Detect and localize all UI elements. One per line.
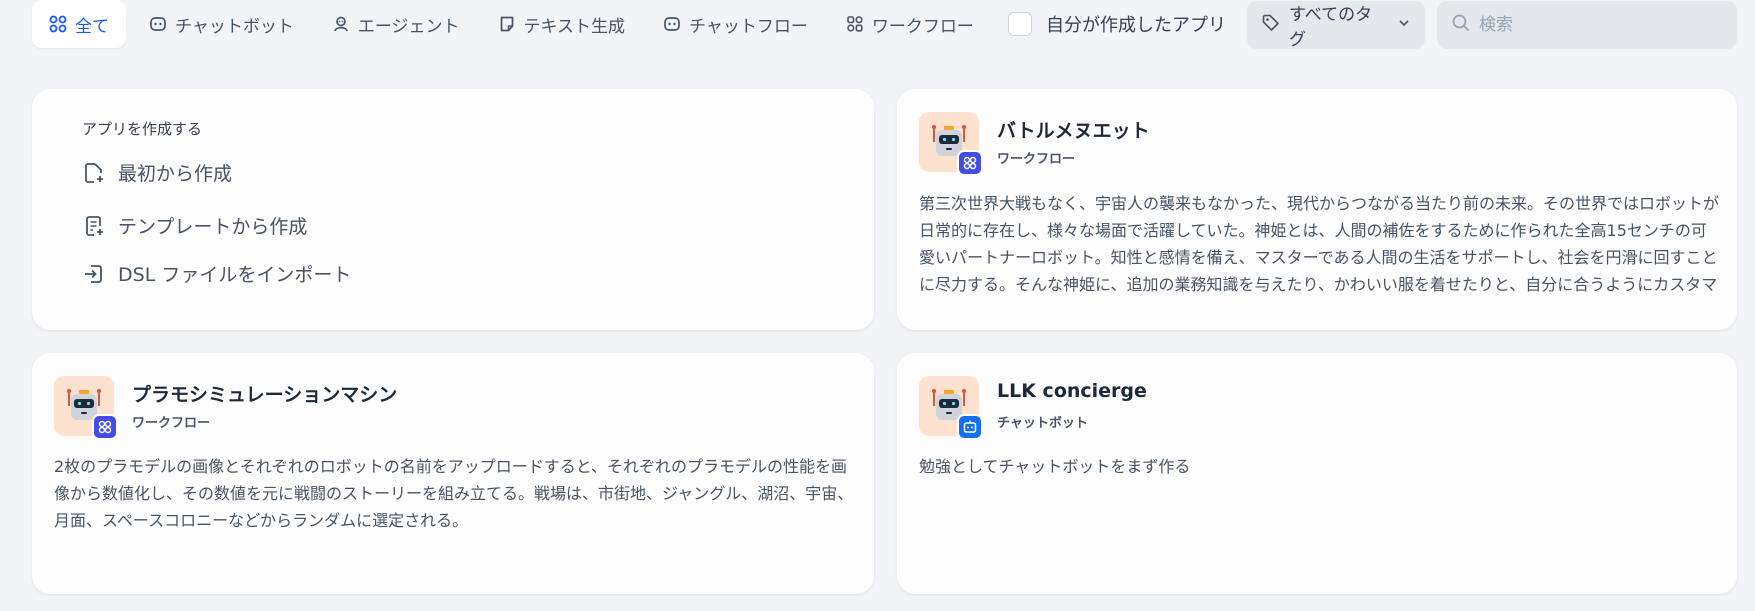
app-card[interactable]: バトルメヌエット ワークフロー 第三次世界大戦もなく、宇宙人の襲来もなかった、現…	[897, 89, 1737, 330]
workflow-badge-icon	[957, 150, 983, 176]
import-icon	[82, 262, 106, 286]
tab-label: チャットボット	[175, 16, 294, 37]
tab-agent[interactable]: エージェント	[317, 0, 475, 48]
create-blank-button[interactable]: 最初から作成	[82, 159, 232, 186]
import-dsl-button[interactable]: DSL ファイルをインポート	[82, 260, 351, 287]
create-item-label: DSL ファイルをインポート	[118, 264, 352, 286]
app-type-tabs: 全て チャットボット エージェント テキスト生成 チャットフロー ワークフロー	[32, 0, 997, 48]
create-app-card: アプリを作成する 最初から作成 テンプレートから作成 DSL ファイルをインポー…	[32, 89, 874, 330]
chatbot-badge-icon	[957, 414, 983, 440]
workflow-badge-icon	[92, 414, 118, 440]
my-apps-label: 自分が作成したアプリ	[1046, 15, 1226, 36]
tab-all[interactable]: 全て	[32, 0, 126, 48]
app-name: LLK concierge	[997, 380, 1147, 402]
text-doc-icon	[498, 15, 516, 33]
tab-chatbot[interactable]: チャットボット	[134, 0, 309, 48]
app-description: 勉強としてチャットボットをまず作る	[919, 457, 1191, 476]
workflow-icon	[846, 15, 864, 33]
tab-label: チャットフロー	[689, 16, 808, 37]
grid-icon	[49, 15, 67, 33]
tag-filter-select[interactable]: すべてのタグ	[1247, 1, 1425, 50]
tab-text-generation[interactable]: テキスト生成	[483, 0, 641, 48]
tab-workflow[interactable]: ワークフロー	[831, 0, 989, 48]
template-icon	[82, 214, 106, 238]
top-filter-bar: 全て チャットボット エージェント テキスト生成 チャットフロー ワークフロー …	[0, 0, 1755, 58]
my-apps-checkbox[interactable]	[1008, 12, 1032, 36]
search-box	[1437, 1, 1737, 49]
app-name: バトルメヌエット	[997, 120, 1150, 142]
tag-icon	[1261, 13, 1281, 38]
app-type: ワークフロー	[132, 416, 211, 431]
app-name: プラモシミュレーションマシン	[132, 384, 398, 406]
my-apps-filter[interactable]: 自分が作成したアプリ	[1008, 10, 1226, 38]
tab-chatflow[interactable]: チャットフロー	[648, 0, 823, 48]
tab-label: テキスト生成	[523, 16, 626, 37]
app-type: チャットボット	[997, 416, 1088, 431]
chevron-down-icon	[1397, 15, 1411, 35]
tab-label: エージェント	[357, 16, 460, 37]
app-card[interactable]: プラモシミュレーションマシン ワークフロー 2枚のプラモデルの画像とそれぞれのロ…	[32, 353, 874, 594]
chat-bot-icon	[149, 15, 167, 33]
tab-label: 全て	[75, 16, 109, 37]
agent-icon	[332, 15, 350, 33]
search-icon	[1451, 13, 1471, 37]
search-input[interactable]	[1479, 15, 1719, 35]
create-item-label: 最初から作成	[118, 163, 233, 185]
app-description: 2枚のプラモデルの画像とそれぞれのロボットの名前をアップロードすると、それぞれの…	[54, 457, 854, 530]
create-app-title: アプリを作成する	[82, 120, 203, 138]
app-card[interactable]: LLK concierge チャットボット 勉強としてチャットボットをまず作る	[897, 353, 1737, 594]
create-item-label: テンプレートから作成	[118, 216, 308, 238]
app-description: 第三次世界大戦もなく、宇宙人の襲来もなかった、現代からつながる当たり前の未来。そ…	[919, 194, 1719, 294]
chatflow-icon	[663, 15, 681, 33]
file-plus-icon	[82, 161, 106, 185]
app-type: ワークフロー	[997, 152, 1076, 167]
create-from-template-button[interactable]: テンプレートから作成	[82, 212, 307, 239]
tag-filter-label: すべてのタグ	[1289, 5, 1373, 50]
tab-label: ワークフロー	[871, 16, 974, 37]
